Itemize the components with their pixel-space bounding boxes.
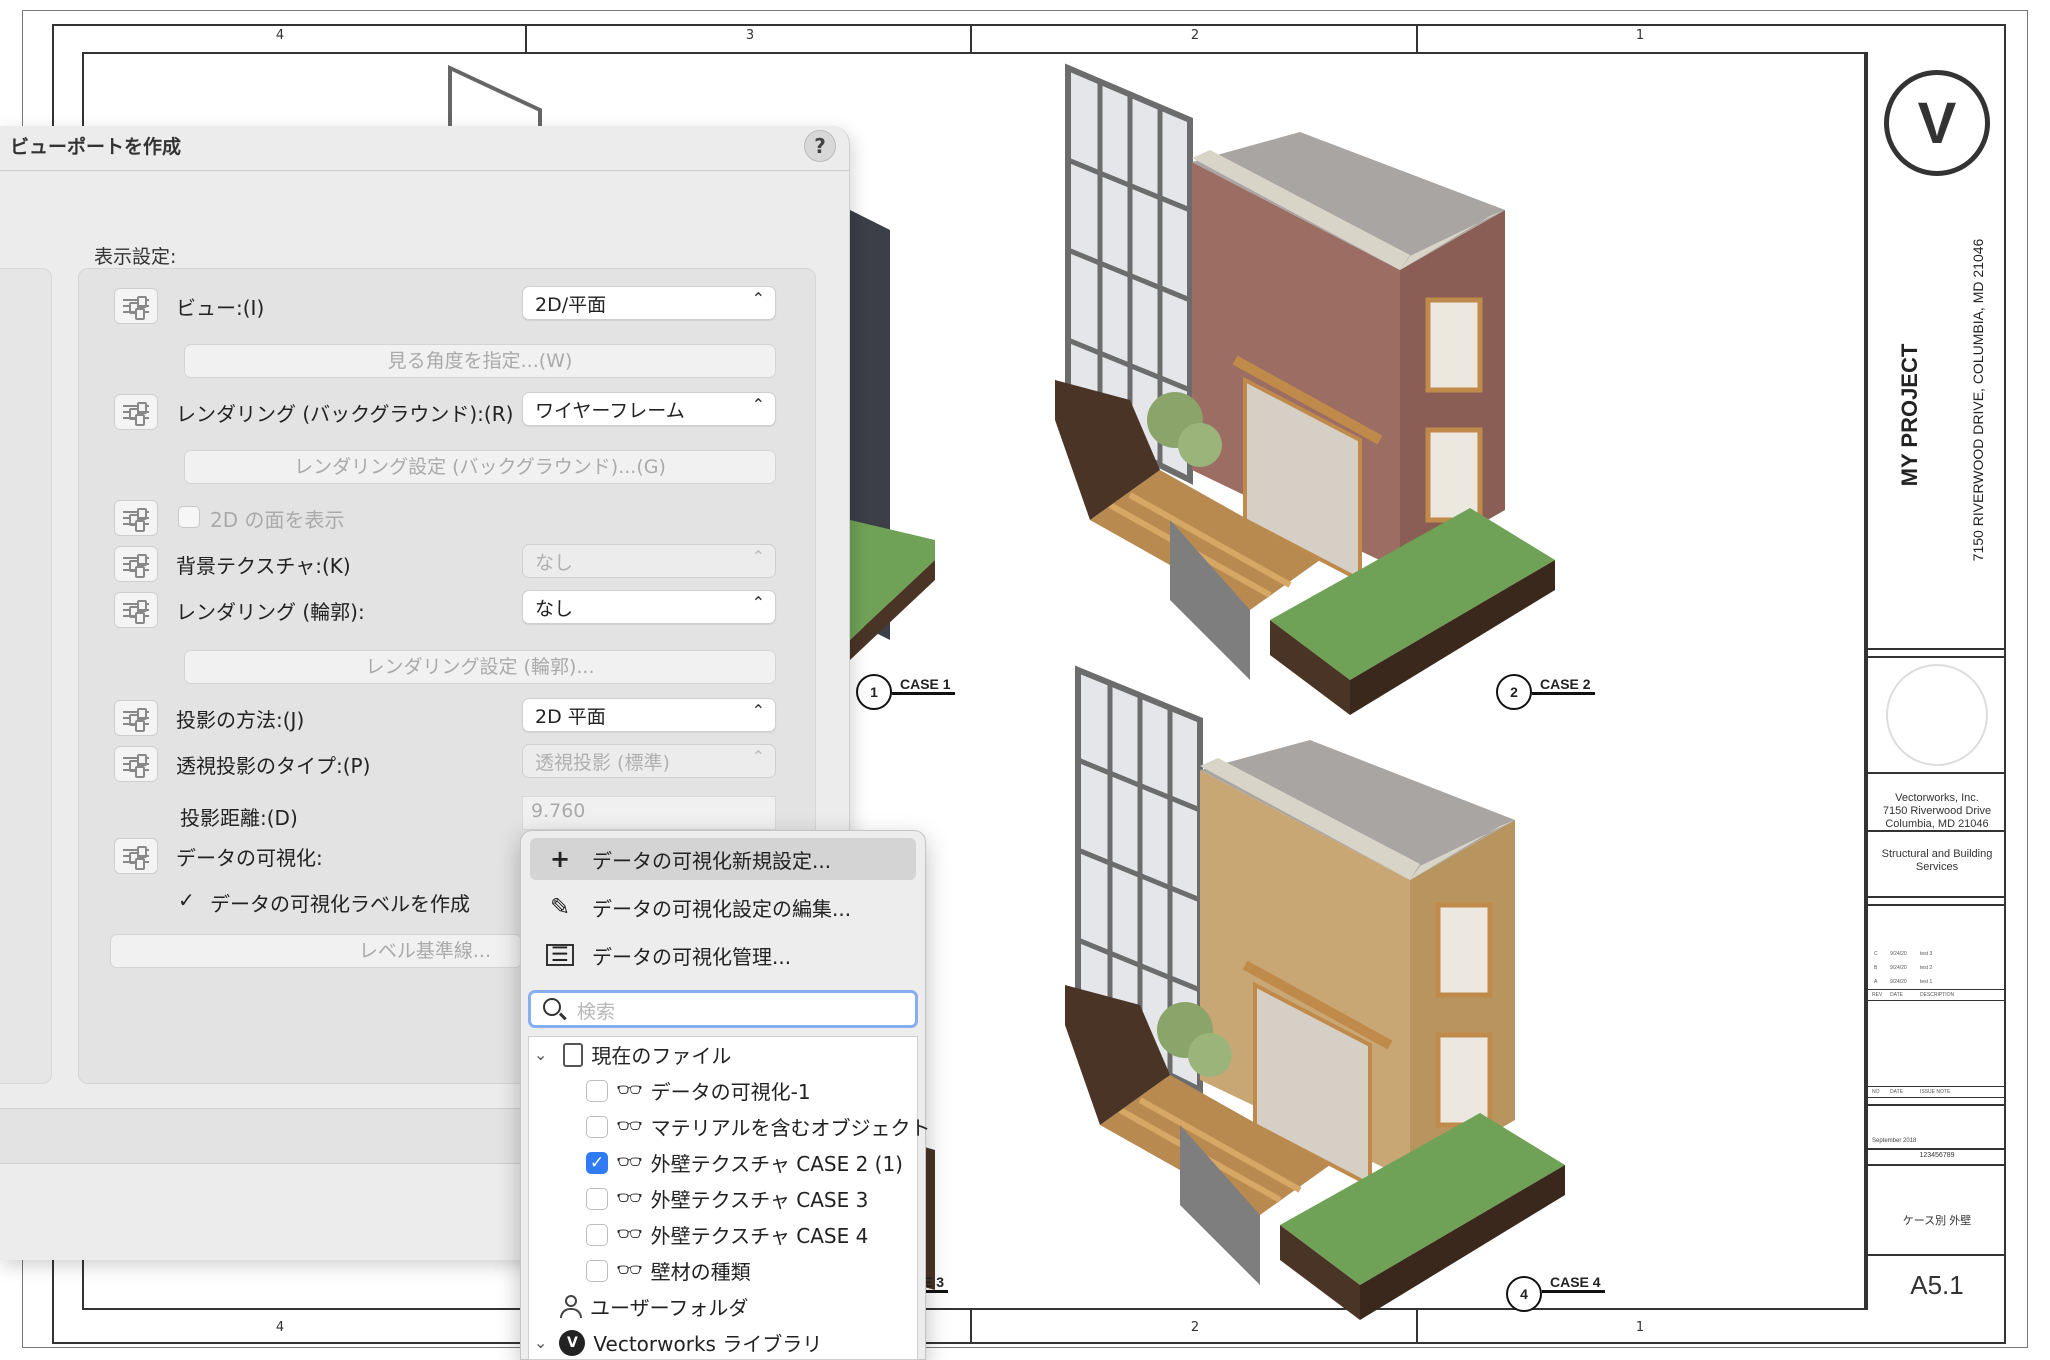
level-datum-button[interactable]: レベル基準線...	[110, 934, 522, 968]
tree-user-folder[interactable]: ユーザーフォルダ	[560, 1292, 748, 1321]
updown-arrow-icon: ⌃	[751, 747, 765, 766]
dialog-title: ビューポートを作成	[10, 136, 182, 158]
sheet-title: ケース別 外壁	[1902, 1215, 1972, 1227]
perspective-label: 透視投影のタイプ:(P)	[176, 754, 371, 778]
render-outline-settings-button[interactable]: レンダリング設定 (輪郭)...	[184, 650, 776, 684]
title-separator	[0, 170, 850, 171]
viewport-marker-1: 1	[856, 674, 892, 710]
render-bg-select[interactable]: ワイヤーフレーム ⌃	[522, 392, 776, 426]
project-id: 123456789	[1919, 1152, 1955, 1159]
architect-seal-icon	[1886, 664, 1988, 766]
tree-item-datavis-1[interactable]: 👓︎ データの可視化-1	[586, 1076, 811, 1105]
distance-label: 投影距離:(D)	[180, 806, 298, 830]
project-title: MY PROJECT	[1897, 343, 1922, 487]
distance-field[interactable]: 9.760	[522, 796, 776, 830]
title-block: V MY PROJECT 7150 RIVERWOOD DRIVE, COLUM…	[1866, 52, 2006, 1310]
projection-label: 投影の方法:(J)	[176, 708, 305, 732]
perspective-settings-icon[interactable]	[114, 746, 158, 782]
vectorworks-icon: V	[559, 1329, 586, 1356]
projection-select[interactable]: 2D 平面 ⌃	[522, 698, 776, 732]
view-select[interactable]: 2D/平面 ⌃	[522, 286, 776, 320]
project-address: 7150 RIVERWOOD DRIVE, COLUMBIA, MD 21046	[1970, 238, 1986, 562]
bg-texture-settings-icon[interactable]	[114, 546, 158, 582]
updown-arrow-icon: ⌃	[751, 701, 765, 720]
view-label: ビュー:(I)	[176, 296, 265, 320]
show-2d-settings-icon[interactable]	[114, 500, 158, 536]
chevron-down-icon: ⌄	[534, 1045, 548, 1064]
viewport-label-4: CASE 4	[1542, 1274, 1605, 1293]
tree-item-material-objects[interactable]: 👓︎ マテリアルを含むオブジェクト	[586, 1112, 930, 1141]
sheet-number: A5.1	[1910, 1270, 1964, 1300]
item-checkbox	[586, 1223, 608, 1246]
search-input[interactable]: 検索	[528, 990, 918, 1028]
user-icon	[560, 1294, 582, 1319]
item-checkbox	[586, 1187, 608, 1210]
menu-item-new-datavis[interactable]: + データの可視化新規設定...	[530, 838, 916, 880]
viewport-label-1: CASE 1	[892, 676, 955, 695]
list-icon: ☰	[546, 944, 574, 966]
consultant-info: Structural and Building Services	[1881, 848, 1993, 873]
item-checkbox-checked: ✓	[586, 1151, 608, 1174]
viewport-case-2	[1055, 63, 1555, 715]
tree-item-exterior-case2[interactable]: ✓ 👓︎ 外壁テクスチャ CASE 2 (1)	[586, 1148, 903, 1177]
datavis-label-checkbox[interactable]: ✓	[178, 888, 195, 912]
render-bg-settings-button[interactable]: レンダリング設定 (バックグラウンド)...(G)	[184, 450, 776, 484]
help-button[interactable]: ?	[804, 130, 836, 162]
tree-item-exterior-case3[interactable]: 👓︎ 外壁テクスチャ CASE 3	[586, 1184, 868, 1213]
datavis-label: データの可視化:	[176, 846, 323, 870]
show-2d-checkbox[interactable]	[178, 506, 200, 528]
left-panel	[0, 268, 52, 1084]
tree-item-exterior-case4[interactable]: 👓︎ 外壁テクスチャ CASE 4	[586, 1220, 868, 1249]
datavis-settings-icon[interactable]	[114, 838, 158, 874]
glasses-icon: 👓︎	[616, 1150, 643, 1174]
render-outline-settings-icon[interactable]	[114, 592, 158, 628]
bg-texture-label: 背景テクスチャ:(K)	[176, 554, 351, 578]
glasses-icon: 👓︎	[616, 1222, 643, 1246]
perspective-select[interactable]: 透視投影 (標準) ⌃	[522, 744, 776, 778]
glasses-icon: 👓︎	[616, 1078, 643, 1102]
architect-info: Vectorworks, Inc. 7150 Riverwood Drive Col…	[1882, 792, 1992, 830]
item-checkbox	[586, 1259, 608, 1282]
render-bg-label: レンダリング (バックグラウンド):(R)	[176, 402, 514, 426]
datavis-label-checkbox-label: データの可視化ラベルを作成	[210, 892, 470, 916]
projection-settings-icon[interactable]	[114, 700, 158, 736]
menu-item-manage-datavis[interactable]: ☰ データの可視化管理...	[530, 934, 916, 976]
show-2d-label: 2D の面を表示	[210, 508, 345, 532]
pencil-icon: ✎	[549, 893, 571, 921]
viewport-marker-2: 2	[1496, 674, 1532, 710]
menu-item-edit-datavis[interactable]: ✎ データの可視化設定の編集...	[530, 886, 916, 928]
date-value: September 2018	[1872, 1138, 1917, 1144]
revision-table: C 9/24/20 test 3 B 9/24/20 test 2 A 9/24/20 te…	[1868, 947, 2006, 1001]
glasses-icon: 👓︎	[616, 1258, 643, 1282]
viewport-label-2: CASE 2	[1532, 676, 1595, 695]
plus-icon: +	[549, 845, 571, 873]
updown-arrow-icon: ⌃	[751, 289, 765, 308]
search-icon	[543, 998, 561, 1016]
tree-item-wall-material-types[interactable]: 👓︎ 壁材の種類	[586, 1256, 751, 1285]
render-outline-select[interactable]: なし ⌃	[522, 590, 776, 624]
updown-arrow-icon: ⌃	[751, 593, 765, 612]
render-bg-settings-icon[interactable]	[114, 394, 158, 430]
glasses-icon: 👓︎	[616, 1114, 643, 1138]
updown-arrow-icon: ⌃	[751, 547, 765, 566]
display-settings-label: 表示設定:	[94, 246, 177, 268]
glasses-icon: 👓︎	[616, 1186, 643, 1210]
specify-angle-button[interactable]: 見る角度を指定...(W)	[184, 344, 776, 378]
dialog-bottom-bar	[0, 1108, 520, 1164]
view-class-settings-icon[interactable]	[114, 288, 158, 324]
item-checkbox	[586, 1115, 608, 1138]
tree-root-current-file[interactable]: ⌄ 現在のファイル	[534, 1040, 731, 1069]
viewport-marker-4: 4	[1506, 1276, 1542, 1312]
updown-arrow-icon: ⌃	[751, 395, 765, 414]
issue-table: NO DATE ISSUE NOTE	[1868, 1086, 2006, 1098]
bg-texture-select[interactable]: なし ⌃	[522, 544, 776, 578]
tree-vectorworks-library[interactable]: ⌄ V Vectorworks ライブラリ	[534, 1328, 822, 1357]
chevron-down-icon: ⌄	[534, 1333, 548, 1352]
item-checkbox	[586, 1079, 608, 1102]
viewport-case-4	[1065, 665, 1565, 1320]
file-icon	[563, 1042, 584, 1067]
render-outline-label: レンダリング (輪郭):	[176, 600, 365, 624]
